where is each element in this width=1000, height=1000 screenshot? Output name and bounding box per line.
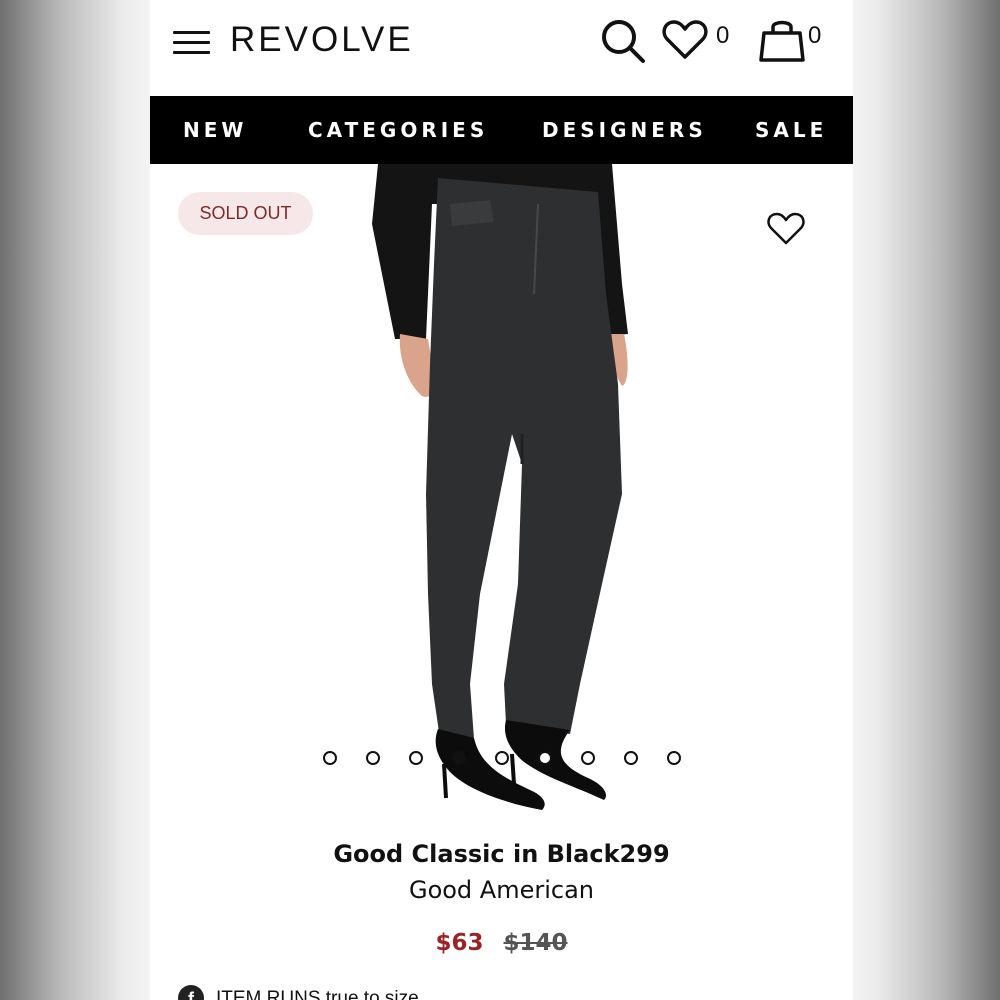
- nav-item-categories[interactable]: CATEGORIES: [308, 118, 488, 142]
- carousel-dot[interactable]: [495, 751, 509, 765]
- main-nav: NEW CATEGORIES DESIGNERS SALE: [150, 96, 853, 164]
- fit-icon: f: [178, 985, 204, 1000]
- carousel-dot[interactable]: [452, 751, 466, 765]
- shopping-bag-icon[interactable]: [759, 16, 805, 64]
- carousel-dot[interactable]: [366, 751, 380, 765]
- carousel-dot[interactable]: [624, 751, 638, 765]
- original-price: $140: [503, 930, 568, 956]
- product-title: Good Classic in Black299: [333, 840, 670, 868]
- wishlist-count: 0: [716, 22, 730, 49]
- product-brand[interactable]: Good American: [150, 876, 853, 904]
- bag-count: 0: [808, 22, 822, 49]
- nav-item-sale[interactable]: SALE: [755, 118, 827, 142]
- menu-icon[interactable]: [173, 31, 210, 55]
- carousel-dot[interactable]: [667, 751, 681, 765]
- product-photo: [372, 164, 628, 810]
- search-icon[interactable]: [599, 16, 647, 66]
- fit-text: ITEM RUNS true to size: [216, 988, 419, 1000]
- add-to-wishlist-heart-icon[interactable]: [767, 212, 805, 246]
- carousel-dots: [150, 751, 853, 767]
- price-block: $63 $140: [150, 930, 853, 956]
- revolve-product-page: REVOLVE 0 0 NEW CATEGORIES DESIGNERS SAL…: [150, 0, 853, 1000]
- product-image-carousel[interactable]: SOLD OUT: [150, 164, 853, 826]
- carousel-dot[interactable]: [538, 751, 552, 765]
- site-header: REVOLVE 0 0: [150, 0, 853, 96]
- sold-out-badge: SOLD OUT: [178, 192, 313, 235]
- wishlist-heart-icon[interactable]: [662, 19, 708, 61]
- carousel-dot[interactable]: [581, 751, 595, 765]
- nav-item-designers[interactable]: DESIGNERS: [542, 118, 707, 142]
- nav-item-new[interactable]: NEW: [183, 118, 247, 142]
- site-logo[interactable]: REVOLVE: [230, 18, 414, 62]
- fit-label: ITEM RUNS: [216, 988, 321, 1000]
- sale-price: $63: [435, 930, 484, 956]
- carousel-dot[interactable]: [409, 751, 423, 765]
- carousel-dot[interactable]: [323, 751, 337, 765]
- fit-value: true to size: [325, 988, 419, 1000]
